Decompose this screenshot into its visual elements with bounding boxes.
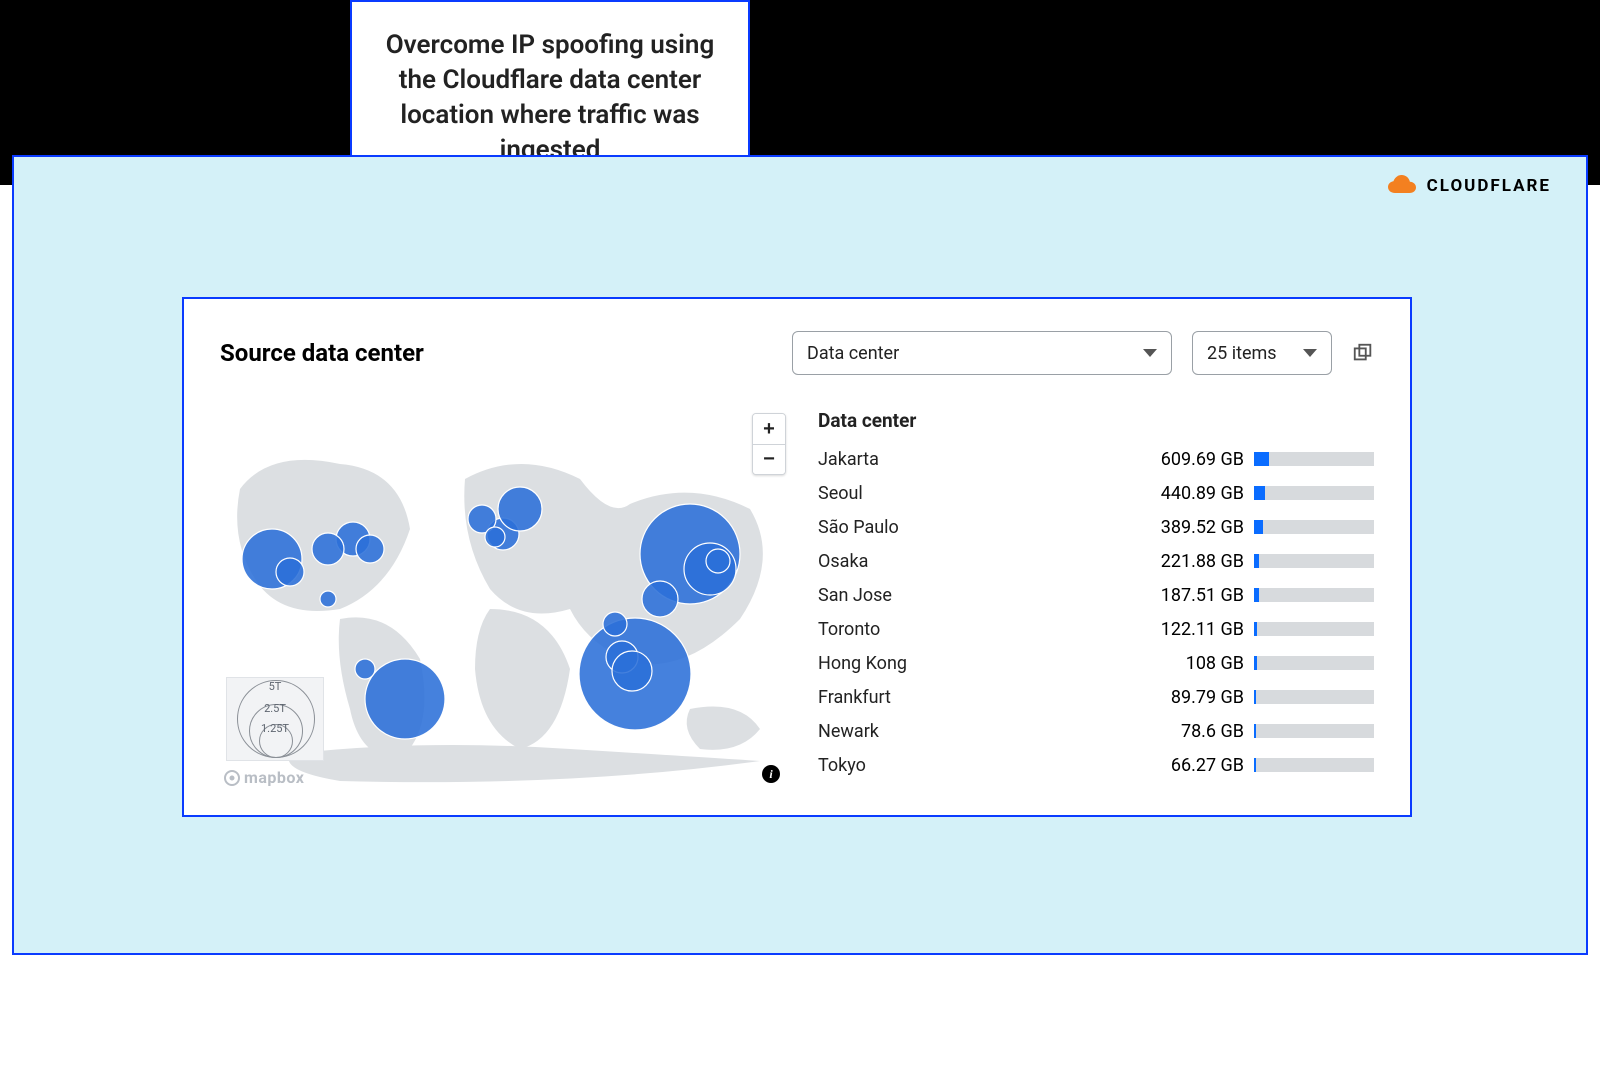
cyan-panel: CLOUDFLARE Source data center Data cente…: [12, 155, 1588, 955]
list-item[interactable]: Hong Kong 108 GB: [818, 646, 1374, 680]
zoom-control: + −: [752, 413, 786, 475]
zoom-out-button[interactable]: −: [753, 444, 785, 474]
legend-mid: 2.5T: [227, 702, 323, 715]
list-item[interactable]: San Jose 187.51 GB: [818, 578, 1374, 612]
brand-logo: CLOUDFLARE: [1387, 175, 1551, 197]
row-name: Seoul: [818, 483, 1124, 504]
row-name: São Paulo: [818, 517, 1124, 538]
row-name: Hong Kong: [818, 653, 1124, 674]
map-bubble[interactable]: [498, 487, 542, 531]
row-value: 66.27 GB: [1124, 755, 1254, 776]
card-body: + − 5T 2.5T 1.25T: [220, 409, 1374, 789]
row-value: 122.11 GB: [1124, 619, 1254, 640]
row-bar: [1254, 452, 1374, 466]
row-bar: [1254, 656, 1374, 670]
row-name: San Jose: [818, 585, 1124, 606]
map-bubble[interactable]: [603, 612, 627, 636]
map-panel[interactable]: + − 5T 2.5T 1.25T: [220, 409, 790, 789]
row-name: Newark: [818, 721, 1124, 742]
stage: Overcome IP spoofing using the Cloudflar…: [0, 0, 1600, 1077]
row-name: Tokyo: [818, 755, 1124, 776]
map-bubble[interactable]: [356, 535, 384, 563]
row-bar: [1254, 724, 1374, 738]
items-select-label: 25 items: [1207, 343, 1277, 364]
mapbox-text: mapbox: [244, 768, 304, 787]
row-bar: [1254, 690, 1374, 704]
dashboard-card: Source data center Data center 25 items: [182, 297, 1412, 817]
row-value: 108 GB: [1124, 653, 1254, 674]
filter-select-label: Data center: [807, 343, 899, 364]
row-bar: [1254, 520, 1374, 534]
expand-icon[interactable]: [1352, 342, 1374, 364]
items-select[interactable]: 25 items: [1192, 331, 1332, 375]
legend-outer: 5T: [227, 680, 323, 693]
map-bubble[interactable]: [642, 581, 678, 617]
map-bubble[interactable]: [485, 527, 505, 547]
row-bar: [1254, 622, 1374, 636]
filter-select[interactable]: Data center: [792, 331, 1172, 375]
chevron-down-icon: [1303, 349, 1317, 357]
legend-inner: 1.25T: [227, 722, 323, 735]
row-bar: [1254, 758, 1374, 772]
map-bubble[interactable]: [612, 651, 652, 691]
row-name: Frankfurt: [818, 687, 1124, 708]
map-bubble[interactable]: [312, 533, 344, 565]
callout-text: Overcome IP spoofing using the Cloudflar…: [386, 30, 715, 165]
map-bubble[interactable]: [706, 549, 730, 573]
card-title: Source data center: [220, 339, 424, 367]
list-item[interactable]: Osaka 221.88 GB: [818, 544, 1374, 578]
list-item[interactable]: São Paulo 389.52 GB: [818, 510, 1374, 544]
row-bar: [1254, 486, 1374, 500]
row-value: 187.51 GB: [1124, 585, 1254, 606]
row-name: Osaka: [818, 551, 1124, 572]
cloudflare-cloud-icon: [1387, 175, 1421, 197]
map-legend: 5T 2.5T 1.25T: [226, 677, 324, 761]
card-header: Source data center Data center 25 items: [220, 331, 1374, 375]
row-bar: [1254, 554, 1374, 568]
info-icon[interactable]: i: [762, 765, 780, 783]
list-item[interactable]: Newark 78.6 GB: [818, 714, 1374, 748]
row-name: Jakarta: [818, 449, 1124, 470]
zoom-in-button[interactable]: +: [753, 414, 785, 444]
row-value: 89.79 GB: [1124, 687, 1254, 708]
row-value: 609.69 GB: [1124, 449, 1254, 470]
header-controls: Data center 25 items: [792, 331, 1374, 375]
chevron-down-icon: [1143, 349, 1157, 357]
list-rows: Jakarta 609.69 GB Seoul 440.89 GB São Pa…: [818, 442, 1374, 782]
map-bubble[interactable]: [276, 558, 304, 586]
brand-text: CLOUDFLARE: [1427, 176, 1551, 196]
mapbox-attribution[interactable]: mapbox: [224, 768, 304, 787]
list-item[interactable]: Seoul 440.89 GB: [818, 476, 1374, 510]
row-value: 221.88 GB: [1124, 551, 1254, 572]
row-value: 389.52 GB: [1124, 517, 1254, 538]
list-header: Data center: [818, 409, 1374, 432]
list-item[interactable]: Frankfurt 89.79 GB: [818, 680, 1374, 714]
map-bubble[interactable]: [320, 591, 336, 607]
row-bar: [1254, 588, 1374, 602]
list-item[interactable]: Toronto 122.11 GB: [818, 612, 1374, 646]
map-bubble[interactable]: [355, 659, 375, 679]
row-name: Toronto: [818, 619, 1124, 640]
row-value: 440.89 GB: [1124, 483, 1254, 504]
list-item[interactable]: Tokyo 66.27 GB: [818, 748, 1374, 782]
data-center-list: Data center Jakarta 609.69 GB Seoul 440.…: [818, 409, 1374, 789]
map-bubble[interactable]: [365, 659, 445, 739]
list-item[interactable]: Jakarta 609.69 GB: [818, 442, 1374, 476]
row-value: 78.6 GB: [1124, 721, 1254, 742]
